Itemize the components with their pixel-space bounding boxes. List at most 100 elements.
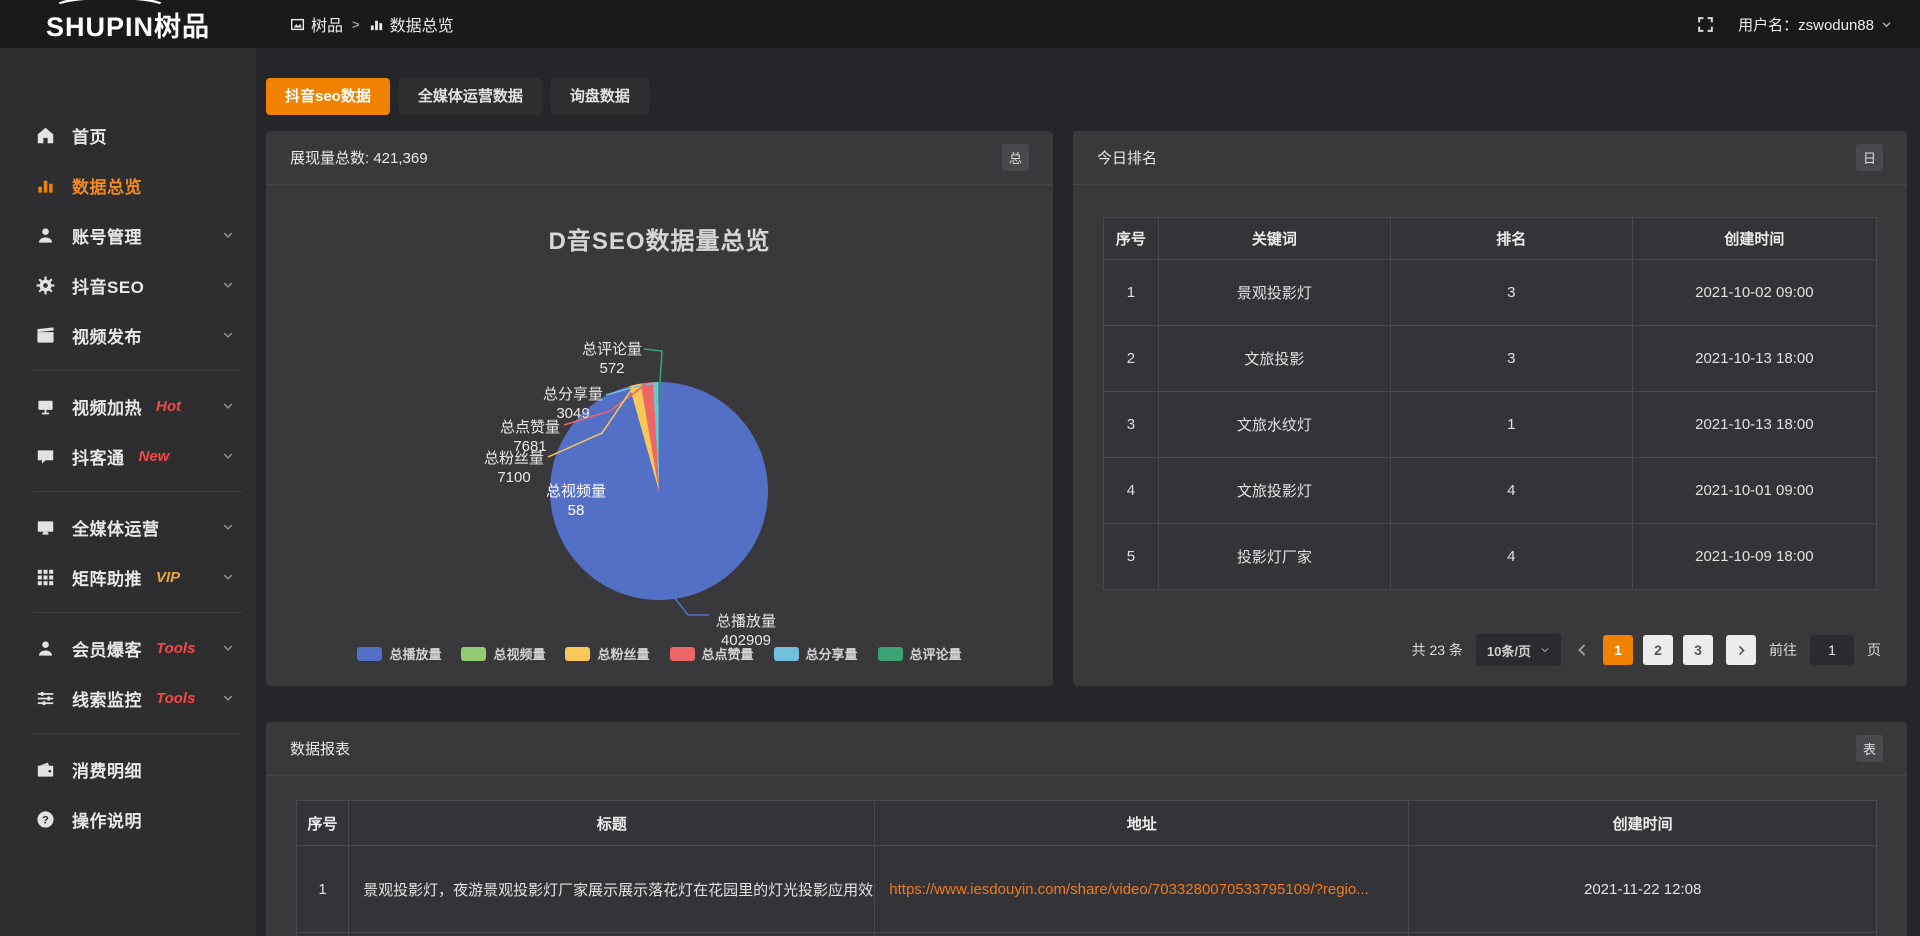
prev-page-button[interactable] xyxy=(1574,642,1590,658)
chevron-down-icon xyxy=(1881,19,1892,30)
cell-index: 2 xyxy=(1104,326,1159,392)
legend-item[interactable]: 总粉丝量 xyxy=(565,644,649,663)
page-size-select[interactable]: 10条/页 xyxy=(1476,634,1561,666)
sidebar-item[interactable]: 矩阵助推 VIP xyxy=(0,552,256,602)
table-view-button[interactable]: 表 xyxy=(1856,735,1883,762)
sidebar-item-label: 矩阵助推 xyxy=(72,565,142,590)
sidebar-item[interactable]: 首页 xyxy=(0,110,256,160)
sidebar-item-label: 会员爆客 xyxy=(72,636,142,661)
chart-legend: 总播放量 总视频量 总粉丝量 xyxy=(266,644,1053,663)
gear-icon xyxy=(36,276,55,295)
cell-rank: 3 xyxy=(1390,326,1632,392)
ranking-table: 序号关键词排名创建时间 1 景观投影灯 3 2021-10-02 09:00 2 xyxy=(1103,217,1877,590)
column-header: 序号 xyxy=(297,801,349,846)
chevron-down-icon xyxy=(222,329,234,341)
breadcrumb-current[interactable]: 数据总览 xyxy=(369,12,454,36)
legend-item[interactable]: 总视频量 xyxy=(461,644,545,663)
pie-chart: D音SEO数据量总览 总评论量572 总分享量3049 总点赞量7681 xyxy=(266,185,1053,685)
sidebar-divider xyxy=(34,491,242,492)
legend-swatch xyxy=(357,647,382,661)
impressions-total-stat: 展现量总数: 421,369 xyxy=(290,147,428,168)
question-icon xyxy=(36,810,55,829)
sidebar-item[interactable]: 操作说明 xyxy=(0,794,256,844)
sidebar-item[interactable]: 视频加热 Hot xyxy=(0,381,256,431)
tab[interactable]: 询盘数据 xyxy=(551,78,649,115)
sidebar-item[interactable]: 会员爆客 Tools xyxy=(0,623,256,673)
sidebar-item-label: 首页 xyxy=(72,123,107,148)
goto-page-input[interactable] xyxy=(1810,635,1854,665)
legend-item[interactable]: 总播放量 xyxy=(357,644,441,663)
member-icon xyxy=(36,639,55,658)
sidebar-item[interactable]: 抖客通 New xyxy=(0,431,256,481)
sidebar-item-label: 操作说明 xyxy=(72,807,142,832)
cell-rank: 4 xyxy=(1390,524,1632,590)
column-header: 排名 xyxy=(1390,218,1632,260)
tab[interactable]: 抖音seo数据 xyxy=(266,78,390,115)
sidebar-item-label: 消费明细 xyxy=(72,757,142,782)
sidebar-item[interactable]: 消费明细 xyxy=(0,744,256,794)
chevron-down-icon xyxy=(222,521,234,533)
tab[interactable]: 全媒体运营数据 xyxy=(399,78,542,115)
legend-item[interactable]: 总评论量 xyxy=(878,644,962,663)
table-row: 1 景观投影灯 3 2021-10-02 09:00 xyxy=(1104,260,1877,326)
total-view-button[interactable]: 总 xyxy=(1002,144,1029,171)
video-link[interactable]: https://www.iesdouyin.com/share/video/70… xyxy=(889,881,1369,898)
legend-label: 总粉丝量 xyxy=(597,644,649,663)
legend-label: 总分享量 xyxy=(806,644,858,663)
sidebar-item[interactable]: 数据总览 xyxy=(0,160,256,210)
main-content: 抖音seo数据 全媒体运营数据 询盘数据 展现量总数: 421,369 总 D音… xyxy=(256,48,1920,936)
user-menu[interactable]: 用户名：zswodun88 xyxy=(1738,14,1892,35)
report-panel-title: 数据报表 xyxy=(290,738,350,759)
legend-item[interactable]: 总点赞量 xyxy=(670,644,754,663)
sidebar-item[interactable]: 抖音SEO xyxy=(0,260,256,310)
cell-created: 2021-10-09 18:00 xyxy=(1632,524,1876,590)
cell-created: 2021-11-22 12:08 xyxy=(1409,846,1877,933)
next-page-button[interactable] xyxy=(1726,635,1756,665)
day-view-button[interactable]: 日 xyxy=(1856,144,1883,171)
column-header: 关键词 xyxy=(1158,218,1390,260)
page-button[interactable]: 1 xyxy=(1603,635,1633,665)
sidebar-item-label: 账号管理 xyxy=(72,223,142,248)
top-bar: SHUPIN树品 树品 > 数据总览 用户名：zswodun88 xyxy=(0,0,1920,48)
sidebar-divider xyxy=(34,370,242,371)
table-row: 3 文旅水纹灯 1 2021-10-13 18:00 xyxy=(1104,392,1877,458)
cell-keyword: 文旅投影灯 xyxy=(1158,458,1390,524)
chevron-down-icon xyxy=(222,229,234,241)
sidebar-item[interactable]: 全媒体运营 xyxy=(0,502,256,552)
page-button[interactable]: 3 xyxy=(1683,635,1713,665)
sidebar-item-label: 视频发布 xyxy=(72,323,142,348)
user-icon xyxy=(36,226,55,245)
table-row: 2 文旅投影 3 2021-10-13 18:00 xyxy=(1104,326,1877,392)
goto-label: 前往 xyxy=(1769,640,1797,660)
sidebar-item-badge: VIP xyxy=(156,569,180,586)
heat-icon xyxy=(36,397,55,416)
bar-chart-icon xyxy=(36,176,55,195)
sidebar-divider xyxy=(34,733,242,734)
sidebar-item-badge: Tools xyxy=(156,690,195,707)
page-button[interactable]: 2 xyxy=(1643,635,1673,665)
chevron-down-icon xyxy=(1540,645,1550,655)
sidebar-divider xyxy=(34,612,242,613)
sidebar-item[interactable]: 视频发布 xyxy=(0,310,256,360)
tab-label: 询盘数据 xyxy=(570,88,630,105)
sidebar-item-badge: Tools xyxy=(156,640,195,657)
sidebar-item-label: 抖音SEO xyxy=(72,273,144,298)
legend-label: 总视频量 xyxy=(493,644,545,663)
sidebar-item[interactable]: 线索监控 Tools xyxy=(0,673,256,723)
table-row: 4 文旅投影灯 4 2021-10-01 09:00 xyxy=(1104,458,1877,524)
fullscreen-icon[interactable] xyxy=(1697,16,1714,33)
legend-item[interactable]: 总分享量 xyxy=(774,644,858,663)
legend-swatch xyxy=(670,647,695,661)
home-icon xyxy=(36,126,55,145)
breadcrumb-separator: > xyxy=(352,17,360,32)
cell-keyword: 文旅投影 xyxy=(1158,326,1390,392)
sidebar-item[interactable]: 账号管理 xyxy=(0,210,256,260)
breadcrumb-root[interactable]: 树品 xyxy=(290,12,343,36)
grid-icon xyxy=(36,568,55,587)
column-header: 创建时间 xyxy=(1409,801,1877,846)
app-icon xyxy=(290,17,305,32)
table-row: 5 投影灯厂家 4 2021-10-09 18:00 xyxy=(1104,524,1877,590)
seo-chart-panel: 展现量总数: 421,369 总 D音SEO数据量总览 总评论量572 总分享量… xyxy=(266,131,1053,686)
video-icon xyxy=(36,326,55,345)
sidebar-item-label: 全媒体运营 xyxy=(72,515,160,540)
